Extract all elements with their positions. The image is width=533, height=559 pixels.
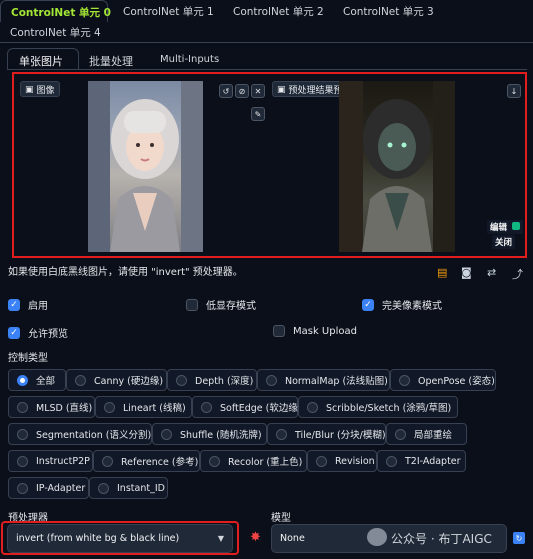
refresh-icon[interactable]: ↻ <box>513 532 525 544</box>
preprocessor-select[interactable]: invert (from white bg & black line) ▼ <box>7 524 233 553</box>
invert-hint: 如果使用白底黑线图片，请使用 "invert" 预处理器。 <box>8 267 243 278</box>
brush-icon[interactable]: ✎ <box>251 107 265 121</box>
tab-batch[interactable]: 批量处理 <box>89 53 133 69</box>
input-photo-art <box>88 81 203 252</box>
edit-button[interactable]: 编辑 <box>487 220 523 234</box>
control-type-option[interactable]: NormalMap (法线贴图) <box>257 369 390 391</box>
control-type-option[interactable]: Shuffle (随机洗牌) <box>152 423 267 445</box>
tab-controlnet-unit-3[interactable]: ControlNet 单元 3 <box>343 4 434 19</box>
chevron-down-icon: ▼ <box>217 534 224 543</box>
model-label: 模型 <box>271 513 291 524</box>
send-dimensions-icon[interactable]: ⤴ <box>512 266 523 282</box>
checkmark-icon: ✓ <box>8 326 20 339</box>
control-type-option[interactable]: Canny (硬边缘) <box>66 369 167 391</box>
edit-icon <box>511 222 520 230</box>
close-preview-button[interactable]: 关闭 <box>492 235 516 249</box>
control-type-option[interactable]: Lineart (线稿) <box>95 396 192 418</box>
camera-icon[interactable]: ◙ <box>461 266 472 279</box>
tab-single-image[interactable]: 单张图片 <box>7 48 79 70</box>
undo-icon[interactable]: ↺ <box>219 84 233 98</box>
control-type-option[interactable]: SoftEdge (软边缘) <box>192 396 302 418</box>
tab-controlnet-unit-2[interactable]: ControlNet 单元 2 <box>233 4 324 19</box>
control-type-option[interactable]: Instant_ID <box>89 477 168 499</box>
control-type-option[interactable]: Reference (参考) <box>93 450 200 472</box>
control-type-option[interactable]: IP-Adapter <box>8 477 89 499</box>
image-panel: ▣ 图像 ↺ ⊘ ✕ ✎ ▣ 预处理结果预览 ↓ 编辑 关闭 <box>12 72 527 258</box>
checkmark-icon: ✓ <box>8 298 20 311</box>
watermark: 公众号 · 布丁AIGC <box>391 532 492 546</box>
wechat-icon <box>367 528 387 546</box>
control-type-option[interactable]: Depth (深度) <box>167 369 257 391</box>
tab-controlnet-unit-1[interactable]: ControlNet 单元 1 <box>123 4 214 19</box>
allow-preview-checkbox[interactable]: ✓ 允许预览 <box>8 325 68 340</box>
run-preprocessor-icon[interactable]: ✸ <box>250 530 261 545</box>
image-icon: ▣ <box>25 84 34 95</box>
reset-icon[interactable]: ⊘ <box>235 84 249 98</box>
control-type-label: 控制类型 <box>8 353 48 364</box>
control-type-option[interactable]: Revision <box>307 450 377 472</box>
preview-photo-art <box>339 81 455 252</box>
close-icon[interactable]: ✕ <box>251 84 265 98</box>
swap-icon[interactable]: ⇄ <box>487 266 496 279</box>
control-type-option[interactable]: InstructP2P <box>8 450 93 472</box>
input-image-label: ▣ 图像 <box>20 81 60 97</box>
tab-controlnet-unit-4[interactable]: ControlNet 单元 4 <box>10 25 101 40</box>
control-type-option[interactable]: 全部 <box>8 369 66 391</box>
preview-image <box>339 81 455 252</box>
control-type-option[interactable]: Tile/Blur (分块/模糊) <box>267 423 386 445</box>
pixel-perfect-checkbox[interactable]: ✓ 完美像素模式 <box>362 297 442 312</box>
enable-checkbox[interactable]: ✓ 启用 <box>8 297 48 312</box>
control-type-option[interactable]: Recolor (重上色) <box>200 450 307 472</box>
control-type-option[interactable]: Scribble/Sketch (涂鸦/草图) <box>298 396 458 418</box>
image-icon: ▣ <box>277 84 286 95</box>
control-type-option[interactable]: T2I-Adapter <box>377 450 466 472</box>
control-type-option[interactable]: 局部重绘 <box>386 423 467 445</box>
mask-upload-checkbox[interactable]: Mask Upload <box>273 325 357 337</box>
upload-document-icon[interactable]: ▤ <box>437 266 447 279</box>
subtabs-divider <box>7 69 527 70</box>
control-type-option[interactable]: OpenPose (姿态) <box>390 369 496 391</box>
tab-multi-inputs[interactable]: Multi-Inputs <box>160 54 219 65</box>
low-vram-checkbox[interactable]: 低显存模式 <box>186 297 256 312</box>
control-type-option[interactable]: Segmentation (语义分割) <box>8 423 152 445</box>
tabs-divider <box>0 42 533 43</box>
input-image[interactable] <box>88 81 203 252</box>
checkmark-icon: ✓ <box>362 298 374 311</box>
download-icon[interactable]: ↓ <box>507 84 521 98</box>
control-type-option[interactable]: MLSD (直线) <box>8 396 95 418</box>
tab-controlnet-unit-0[interactable]: ControlNet 单元 0 <box>0 0 111 22</box>
